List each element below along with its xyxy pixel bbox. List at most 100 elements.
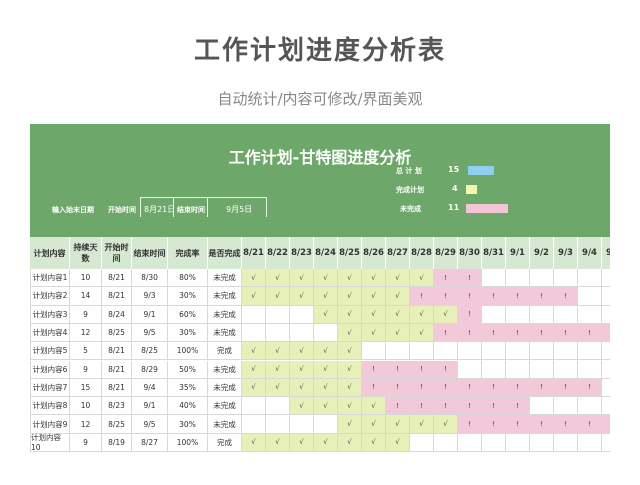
gantt-cell [578, 305, 602, 324]
row-2-start[interactable]: 8/21 [102, 287, 132, 306]
gantt-cell: √ [266, 378, 290, 398]
row-4-days[interactable]: 12 [70, 323, 102, 343]
gantt-cell: √ [314, 378, 338, 398]
stat-total-label: 总 计 划 [396, 167, 422, 175]
row-5-rate[interactable]: 100% [168, 342, 208, 361]
row-3-status[interactable]: 未完成 [208, 305, 242, 324]
done-mark: √ [275, 365, 280, 374]
row-1-end[interactable]: 8/30 [132, 269, 168, 288]
row-5-name[interactable]: 计划内容5 [30, 342, 70, 361]
date-header-9: 8/30 [458, 237, 482, 269]
row-5-end[interactable]: 8/25 [132, 342, 168, 361]
row-4-rate[interactable]: 30% [168, 323, 208, 343]
row-8-days[interactable]: 10 [70, 397, 102, 416]
row-9-name[interactable]: 计划内容9 [30, 415, 70, 434]
row-1-name[interactable]: 计划内容1 [30, 269, 70, 288]
todo-mark: ! [540, 291, 543, 300]
row-2-days[interactable]: 14 [70, 287, 102, 306]
todo-mark: ! [564, 420, 567, 429]
done-mark: √ [275, 291, 280, 300]
row-9-end[interactable]: 9/5 [132, 415, 168, 434]
row-8-status[interactable]: 未完成 [208, 397, 242, 416]
gantt-cell: ! [506, 397, 530, 416]
row-9-start[interactable]: 8/25 [102, 415, 132, 434]
end-time-label: 结束时间 [177, 206, 205, 214]
row-2-name[interactable]: 计划内容2 [30, 287, 70, 306]
row-6-days[interactable]: 9 [70, 360, 102, 379]
gantt-cell: √ [362, 269, 386, 288]
done-mark: √ [323, 383, 328, 392]
row-6-name[interactable]: 计划内容6 [30, 360, 70, 379]
row-8-rate[interactable]: 40% [168, 397, 208, 416]
row-3-start[interactable]: 8/24 [102, 305, 132, 324]
header-3: 结束时间 [132, 237, 168, 269]
row-3-name[interactable]: 计划内容3 [30, 305, 70, 324]
row-9-days[interactable]: 12 [70, 415, 102, 434]
gantt-cell: ! [458, 397, 482, 416]
gantt-cell [602, 397, 610, 416]
row-1-rate[interactable]: 80% [168, 269, 208, 288]
row-9-status[interactable]: 未完成 [208, 415, 242, 434]
gantt-cell: √ [434, 415, 458, 434]
row-3-days[interactable]: 9 [70, 305, 102, 324]
gantt-cell [602, 434, 610, 452]
row-7-end[interactable]: 9/4 [132, 378, 168, 398]
done-mark: √ [347, 328, 352, 337]
gantt-cell [290, 415, 314, 434]
end-time-value[interactable]: 9月5日 [226, 204, 252, 215]
row-7-days[interactable]: 15 [70, 378, 102, 398]
gantt-cell [266, 415, 290, 434]
row-8-name[interactable]: 计划内容8 [30, 397, 70, 416]
row-3-rate[interactable]: 60% [168, 305, 208, 324]
row-10-rate[interactable]: 100% [168, 433, 208, 452]
row-3-end[interactable]: 9/1 [132, 305, 168, 324]
row-1-start[interactable]: 8/21 [102, 269, 132, 288]
row-6-status[interactable]: 未完成 [208, 360, 242, 379]
todo-mark: ! [444, 328, 447, 337]
row-4-start[interactable]: 8/25 [102, 323, 132, 343]
row-2-status[interactable]: 未完成 [208, 287, 242, 306]
gantt-cell: ! [410, 378, 434, 398]
row-4-end[interactable]: 9/5 [132, 323, 168, 343]
row-10-name[interactable]: 计划内容10 [30, 433, 70, 452]
date-header-3: 8/24 [314, 237, 338, 269]
gantt-cell: √ [386, 323, 410, 343]
row-4-status[interactable]: 未完成 [208, 323, 242, 343]
date-header-12: 9/2 [530, 237, 554, 269]
row-6-end[interactable]: 8/29 [132, 360, 168, 379]
gantt-cell [578, 342, 602, 361]
row-8-start[interactable]: 8/23 [102, 397, 132, 416]
row-5-start[interactable]: 8/21 [102, 342, 132, 361]
row-10-end[interactable]: 8/27 [132, 433, 168, 452]
row-1-days[interactable]: 10 [70, 269, 102, 288]
row-4-name[interactable]: 计划内容4 [30, 323, 70, 343]
row-5-days[interactable]: 5 [70, 342, 102, 361]
row-6-start[interactable]: 8/21 [102, 360, 132, 379]
gantt-cell [242, 323, 266, 343]
row-1-status[interactable]: 未完成 [208, 269, 242, 288]
gantt-cell: √ [242, 287, 266, 306]
row-6-rate[interactable]: 50% [168, 360, 208, 379]
gantt-cell: ! [554, 378, 578, 398]
row-2-rate[interactable]: 30% [168, 287, 208, 306]
gantt-cell [458, 342, 482, 361]
row-10-days[interactable]: 9 [70, 433, 102, 452]
done-mark: √ [347, 383, 352, 392]
done-mark: √ [275, 438, 280, 447]
gantt-cell: ! [482, 323, 506, 343]
gantt-cell [602, 361, 610, 379]
row-2-end[interactable]: 9/3 [132, 287, 168, 306]
row-7-start[interactable]: 8/21 [102, 378, 132, 398]
row-8-end[interactable]: 9/1 [132, 397, 168, 416]
row-7-rate[interactable]: 35% [168, 378, 208, 398]
done-mark: √ [299, 401, 304, 410]
todo-mark: ! [420, 401, 423, 410]
row-10-status[interactable]: 完成 [208, 433, 242, 452]
row-7-name[interactable]: 计划内容7 [30, 378, 70, 398]
start-time-value[interactable]: 8月21日 [144, 204, 175, 215]
row-7-status[interactable]: 未完成 [208, 378, 242, 398]
row-9-rate[interactable]: 30% [168, 415, 208, 434]
row-10-start[interactable]: 8/19 [102, 433, 132, 452]
row-5-status[interactable]: 完成 [208, 342, 242, 361]
gantt-cell [602, 342, 610, 361]
